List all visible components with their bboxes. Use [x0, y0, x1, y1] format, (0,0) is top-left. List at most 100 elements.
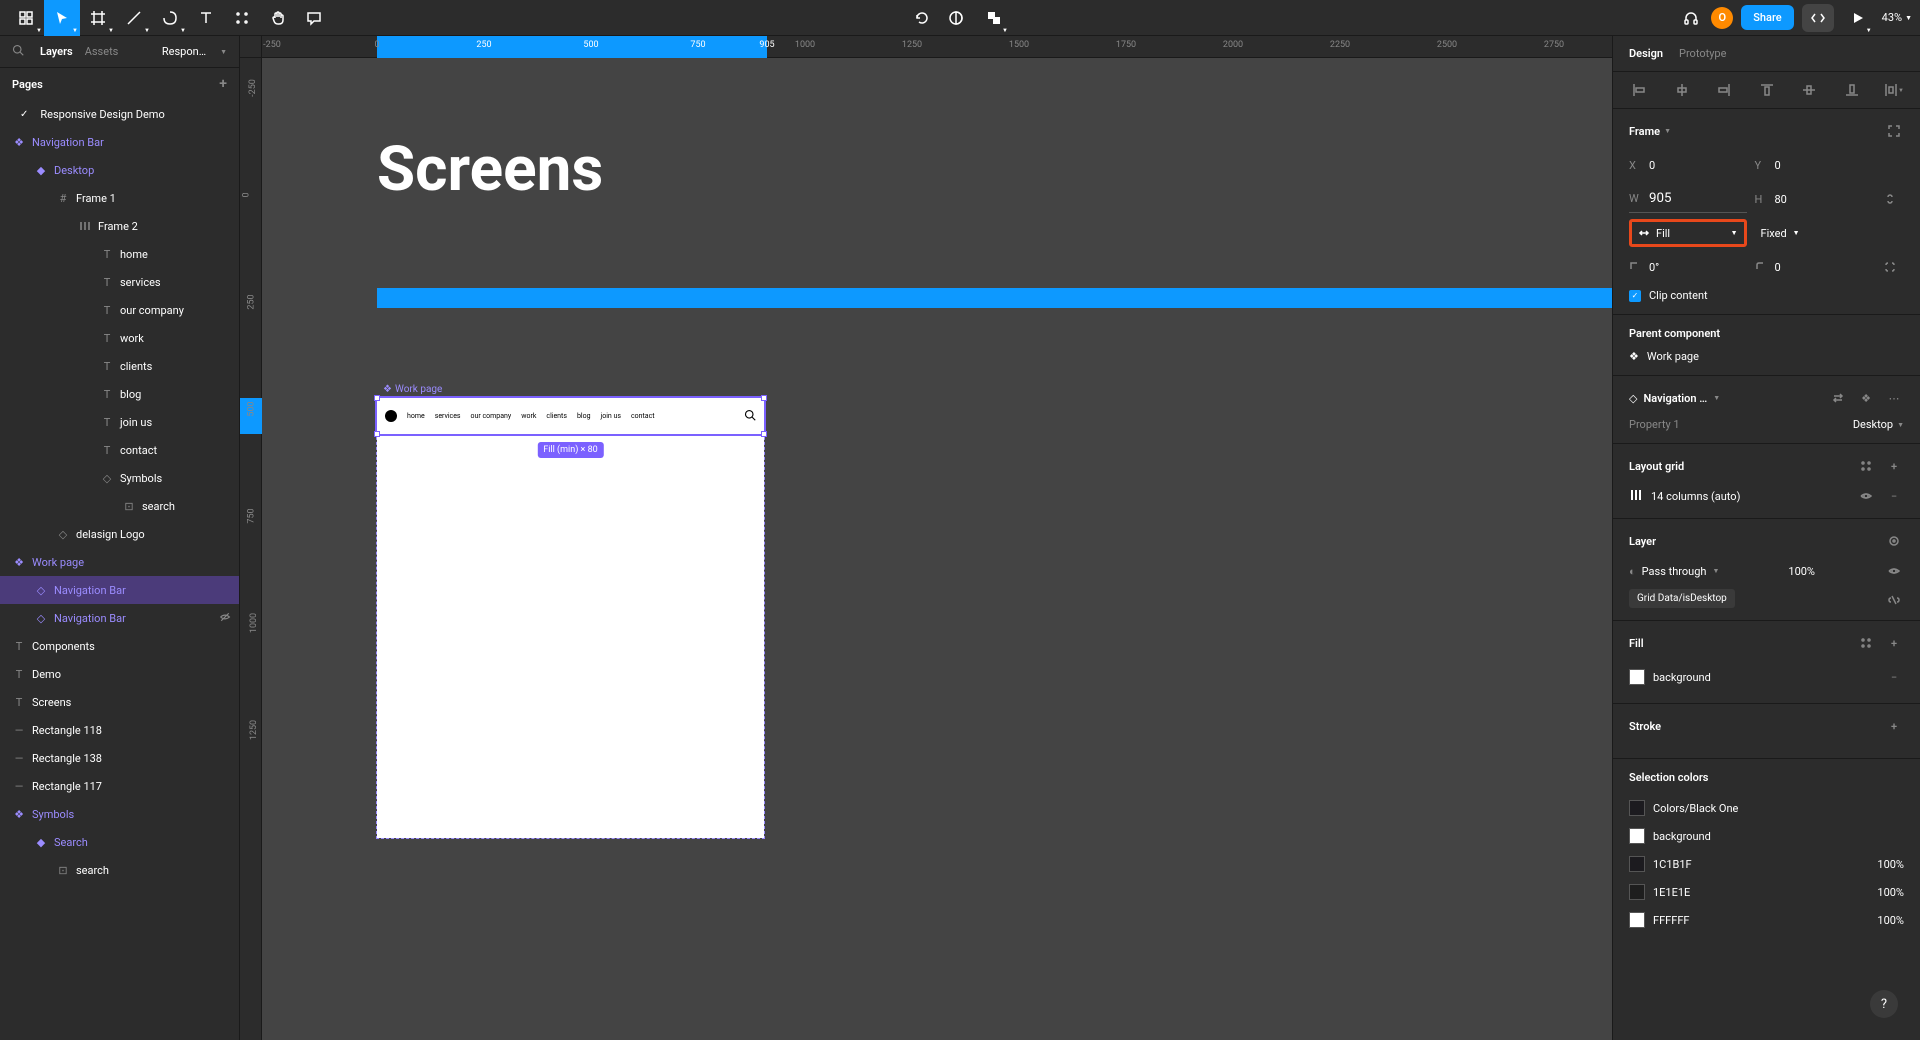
layer-symbols-set[interactable]: ❖Symbols: [0, 800, 239, 828]
layer-text-contact[interactable]: Tcontact: [0, 436, 239, 464]
layer-demo[interactable]: TDemo: [0, 660, 239, 688]
independent-corners-icon[interactable]: [1880, 257, 1900, 277]
layer-text-services[interactable]: Tservices: [0, 268, 239, 296]
color-swatch[interactable]: [1629, 912, 1645, 928]
layer-rect118[interactable]: —Rectangle 118: [0, 716, 239, 744]
layer-search-group[interactable]: ⊡search: [0, 856, 239, 884]
horizontal-resize-dropdown[interactable]: Fill▼: [1629, 219, 1747, 247]
add-grid-icon[interactable]: +: [1884, 456, 1904, 476]
layer-text-clients[interactable]: Tclients: [0, 352, 239, 380]
layer-work-page[interactable]: ❖Work page: [0, 548, 239, 576]
navigation-bar-instance[interactable]: home services our company work clients b…: [377, 398, 764, 434]
fill-swatch[interactable]: [1629, 669, 1645, 685]
selection-handle[interactable]: [761, 395, 767, 401]
layer-rect117[interactable]: —Rectangle 117: [0, 772, 239, 800]
layer-search[interactable]: ⊡search: [0, 492, 239, 520]
color-hex[interactable]: 1C1B1F: [1653, 858, 1692, 871]
visibility-icon[interactable]: [1884, 561, 1904, 581]
tab-design[interactable]: Design: [1629, 47, 1663, 60]
move-tool-button[interactable]: ▼: [44, 0, 80, 36]
hidden-icon[interactable]: [219, 611, 231, 626]
layer-components[interactable]: TComponents: [0, 632, 239, 660]
resize-fit-icon[interactable]: [1884, 121, 1904, 141]
screens-title[interactable]: Screens: [377, 133, 603, 206]
contrast-icon[interactable]: [944, 0, 968, 36]
multiplayer-tools-button[interactable]: ▼: [978, 0, 1010, 36]
corner-value[interactable]: 0: [1775, 261, 1781, 274]
layer-screens[interactable]: TScreens: [0, 688, 239, 716]
color-name[interactable]: background: [1653, 830, 1711, 843]
layer-nav-bar-2[interactable]: ◇Navigation Bar: [0, 604, 239, 632]
add-fill-icon[interactable]: +: [1884, 633, 1904, 653]
grid-description[interactable]: 14 columns (auto): [1651, 490, 1740, 503]
align-left-icon[interactable]: [1629, 80, 1649, 100]
color-swatch[interactable]: [1629, 884, 1645, 900]
align-right-icon[interactable]: [1714, 80, 1734, 100]
instance-name[interactable]: Navigation …: [1643, 392, 1707, 405]
hand-tool-button[interactable]: [260, 0, 296, 36]
dev-mode-button[interactable]: [1802, 4, 1834, 32]
canvas-viewport[interactable]: Screens ❖Work page home services our com…: [262, 58, 1612, 1040]
y-value[interactable]: 0: [1775, 159, 1781, 172]
layer-delasign-logo[interactable]: ◇delasign Logo: [0, 520, 239, 548]
layer-nav-bar-selected[interactable]: ◇Navigation Bar: [0, 576, 239, 604]
vertical-resize-dropdown[interactable]: Fixed▼: [1755, 219, 1873, 247]
align-hcenter-icon[interactable]: [1672, 80, 1692, 100]
align-bottom-icon[interactable]: [1842, 80, 1862, 100]
blend-mode-dropdown[interactable]: Pass through: [1642, 565, 1707, 578]
add-stroke-icon[interactable]: +: [1884, 716, 1904, 736]
pen-tool-button[interactable]: ▼: [116, 0, 152, 36]
add-page-button[interactable]: +: [219, 76, 227, 92]
width-input[interactable]: [1649, 189, 1699, 208]
property1-dropdown[interactable]: Desktop▼: [1853, 418, 1904, 431]
comment-tool-button[interactable]: [296, 0, 332, 36]
document-title[interactable]: Respon…: [162, 45, 206, 58]
grid-data-pill[interactable]: Grid Data/isDesktop: [1629, 589, 1735, 608]
layer-symbols[interactable]: ◇Symbols: [0, 464, 239, 492]
goto-main-icon[interactable]: ❖: [1856, 388, 1876, 408]
grid-style-icon[interactable]: [1856, 456, 1876, 476]
color-swatch[interactable]: [1629, 800, 1645, 816]
color-hex[interactable]: FFFFFF: [1653, 914, 1689, 927]
canvas[interactable]: 905 -250 0 250 500 750 1000 1250 1500 17…: [240, 36, 1612, 1040]
detach-icon[interactable]: [1884, 589, 1904, 609]
avatar[interactable]: O: [1711, 7, 1733, 29]
layer-search-comp[interactable]: ◆Search: [0, 828, 239, 856]
color-name[interactable]: Colors/Black One: [1653, 802, 1738, 815]
rotation-value[interactable]: 0°: [1649, 261, 1659, 274]
page-item[interactable]: Responsive Design Demo: [0, 100, 239, 128]
color-swatch[interactable]: [1629, 856, 1645, 872]
remove-grid-icon[interactable]: −: [1884, 486, 1904, 506]
blue-divider[interactable]: [377, 288, 1612, 308]
selection-handle[interactable]: [761, 431, 767, 437]
clip-content-checkbox[interactable]: ✓: [1629, 290, 1641, 302]
x-value[interactable]: 0: [1649, 159, 1655, 172]
opacity-value[interactable]: 100%: [1788, 565, 1815, 578]
layer-text-blog[interactable]: Tblog: [0, 380, 239, 408]
tab-layers[interactable]: Layers: [40, 45, 73, 58]
work-page-frame[interactable]: home services our company work clients b…: [377, 398, 764, 838]
history-icon[interactable]: [910, 0, 934, 36]
link-dimensions-icon[interactable]: [1880, 189, 1900, 209]
headphones-icon[interactable]: [1679, 0, 1703, 36]
parent-component-name[interactable]: Work page: [1647, 350, 1699, 363]
layer-frame1[interactable]: #Frame 1: [0, 184, 239, 212]
layer-text-ourcompany[interactable]: Tour company: [0, 296, 239, 324]
more-icon[interactable]: ⋯: [1884, 388, 1904, 408]
color-opacity[interactable]: 100%: [1877, 886, 1904, 899]
tab-prototype[interactable]: Prototype: [1679, 47, 1726, 60]
search-icon[interactable]: [12, 44, 24, 59]
text-tool-button[interactable]: [188, 0, 224, 36]
resources-button[interactable]: [224, 0, 260, 36]
layer-rect138[interactable]: —Rectangle 138: [0, 744, 239, 772]
layer-text-home[interactable]: Thome: [0, 240, 239, 268]
distribute-icon[interactable]: ▼: [1884, 80, 1904, 100]
fill-name[interactable]: background: [1653, 671, 1711, 684]
help-button[interactable]: ?: [1870, 990, 1898, 1018]
share-button[interactable]: Share: [1741, 5, 1793, 30]
selection-handle[interactable]: [374, 431, 380, 437]
layer-text-work[interactable]: Twork: [0, 324, 239, 352]
height-value[interactable]: 80: [1775, 193, 1787, 206]
layer-navigation-bar[interactable]: ❖Navigation Bar: [0, 128, 239, 156]
visibility-icon[interactable]: [1856, 486, 1876, 506]
